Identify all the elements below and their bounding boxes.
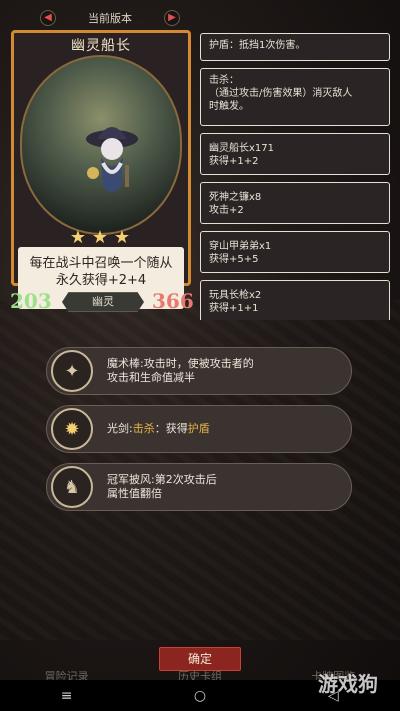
star-rating: ★ ★ ★ <box>69 229 131 247</box>
skill-text: 光剑:击杀：获得护盾 <box>107 422 210 436</box>
star-icon: ★ <box>113 227 131 248</box>
skill-row-cape[interactable]: ♞ 冠军披风:第2次攻击后 属性值翻倍 <box>46 463 352 511</box>
watermark-logo: 游戏狗 <box>318 672 378 696</box>
skill-line: 魔术棒:攻击时，使被攻击者的 <box>107 357 254 370</box>
lightsaber-icon: ✹ <box>51 408 93 450</box>
skill-line: 冠军披风:第2次攻击后 <box>107 473 217 486</box>
card-description-line: 永久获得+2+4 <box>55 273 147 288</box>
buff-value: 攻击+2 <box>209 205 244 216</box>
minion-card: 幽灵船长 ★ ★ ★ 每在战斗中召唤一个随从 永久获得+2+4 <box>11 30 191 309</box>
buff-entry: 穿山甲弟弟x1 获得+5+5 <box>200 231 390 273</box>
shield-text: 护盾：抵挡1次伤害。 <box>209 40 306 51</box>
keyword-kill: 击杀 <box>132 422 155 435</box>
tribe-label: 幽灵 <box>62 292 144 312</box>
skill-row-wand[interactable]: ✦ 魔术棒:攻击时，使被攻击者的 攻击和生命值减半 <box>46 347 352 395</box>
skill-mid: ：获得 <box>154 422 188 435</box>
wand-icon: ✦ <box>51 350 93 392</box>
buff-value: 获得+1+2 <box>209 156 259 167</box>
version-title: 当前版本 <box>88 12 132 25</box>
kill-tooltip: 击杀： （通过攻击/伤害效果）消灭敌人 时触发。 <box>200 68 390 126</box>
kill-line: （通过攻击/伤害效果）消灭敌人 <box>209 88 353 99</box>
ghost-captain-icon <box>86 127 138 192</box>
card-art <box>20 55 182 235</box>
buff-value: 获得+5+5 <box>209 254 259 265</box>
keyword-shield: 护盾 <box>187 422 210 435</box>
prev-version-button[interactable]: ◀ <box>40 10 56 26</box>
next-version-button[interactable]: ▶ <box>164 10 180 26</box>
kill-line: 时触发。 <box>209 101 249 112</box>
skill-text: 冠军披风:第2次攻击后 属性值翻倍 <box>107 473 217 501</box>
shield-tooltip: 护盾：抵挡1次伤害。 <box>200 33 390 61</box>
buff-entry: 死神之镰x8 攻击+2 <box>200 182 390 224</box>
skill-line: 属性值翻倍 <box>107 487 162 500</box>
health-value: 366 <box>152 289 194 313</box>
version-header: ◀ 当前版本 ▶ <box>40 8 180 28</box>
skill-prefix: 光剑: <box>107 422 133 435</box>
attack-value: 203 <box>10 289 52 313</box>
buff-name: 玩具长枪x2 <box>209 290 262 301</box>
cape-icon: ♞ <box>51 466 93 508</box>
keyword-panel[interactable]: 护盾：抵挡1次伤害。 击杀： （通过攻击/伤害效果）消灭敌人 时触发。 幽灵船长… <box>200 30 392 320</box>
buff-entry: 幽灵船长x171 获得+1+2 <box>200 133 390 175</box>
star-icon: ★ <box>91 227 109 248</box>
buff-name: 幽灵船长x171 <box>209 143 275 154</box>
buff-value: 获得+1+1 <box>209 303 259 314</box>
skill-text: 魔术棒:攻击时，使被攻击者的 攻击和生命值减半 <box>107 357 254 385</box>
home-icon[interactable]: ○ <box>192 688 208 704</box>
buff-name: 死神之镰x8 <box>209 192 262 203</box>
card-name: 幽灵船长 <box>71 38 131 54</box>
star-icon: ★ <box>69 227 87 248</box>
menu-icon[interactable]: ≡ <box>59 688 75 704</box>
skill-row-lightsaber[interactable]: ✹ 光剑:击杀：获得护盾 <box>46 405 352 453</box>
card-description-line: 每在战斗中召唤一个随从 <box>29 256 173 271</box>
skill-line: 攻击和生命值减半 <box>107 371 195 384</box>
buff-entry: 玩具长枪x2 获得+1+1 <box>200 280 390 320</box>
kill-line: 击杀： <box>209 75 239 86</box>
buff-name: 穿山甲弟弟x1 <box>209 241 272 252</box>
